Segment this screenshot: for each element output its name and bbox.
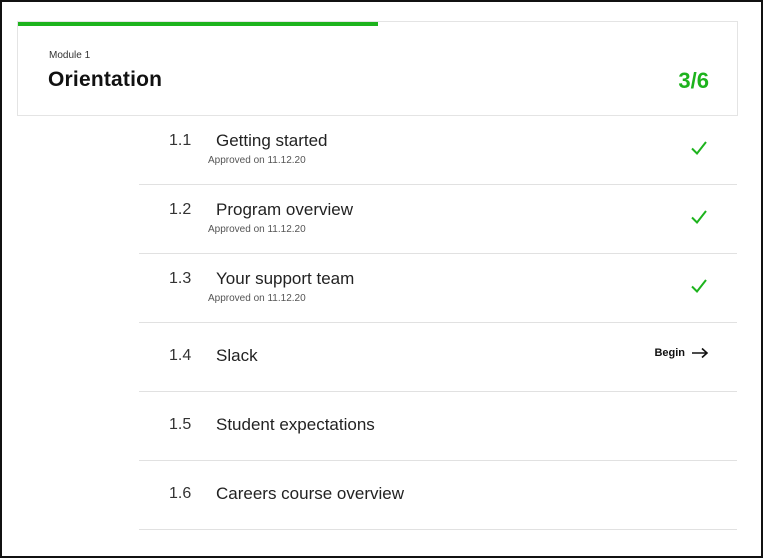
module-progress-fill xyxy=(18,22,378,26)
check-icon xyxy=(691,141,707,156)
module-progress-count: 3/6 xyxy=(678,68,709,93)
check-icon xyxy=(691,210,707,225)
lesson-title[interactable]: Slack xyxy=(216,346,258,366)
module-eyebrow: Module 1 xyxy=(49,50,91,61)
begin-button[interactable]: Begin xyxy=(654,347,709,359)
lesson-number: 1.3 xyxy=(169,270,192,287)
lesson-title[interactable]: Program overview xyxy=(216,200,353,220)
module-header-card: Module 1 Orientation 3/6 xyxy=(17,21,738,116)
lesson-list: 1.1 Getting started Approved on 11.12.20… xyxy=(139,116,737,530)
lesson-row-1-2[interactable]: 1.2 Program overview Approved on 11.12.2… xyxy=(139,185,737,254)
begin-label: Begin xyxy=(654,347,685,359)
lesson-status-text: Approved on 11.12.20 xyxy=(208,293,306,304)
lesson-row-1-5[interactable]: 1.5 Student expectations xyxy=(139,392,737,461)
window-frame: Module 1 Orientation 3/6 1.1 Getting sta… xyxy=(0,0,763,558)
lesson-number: 1.4 xyxy=(169,347,192,364)
lesson-number: 1.6 xyxy=(169,485,192,502)
lesson-title[interactable]: Student expectations xyxy=(216,415,375,435)
lesson-status-text: Approved on 11.12.20 xyxy=(208,155,306,166)
arrow-right-icon xyxy=(692,347,709,359)
lesson-number: 1.5 xyxy=(169,416,192,433)
lesson-status-text: Approved on 11.12.20 xyxy=(208,224,306,235)
lesson-title[interactable]: Careers course overview xyxy=(216,484,404,504)
lesson-number: 1.1 xyxy=(169,132,192,149)
lesson-row-1-3[interactable]: 1.3 Your support team Approved on 11.12.… xyxy=(139,254,737,323)
lesson-title[interactable]: Your support team xyxy=(216,269,354,289)
lesson-row-1-6[interactable]: 1.6 Careers course overview xyxy=(139,461,737,530)
check-icon xyxy=(691,279,707,294)
lesson-number: 1.2 xyxy=(169,201,192,218)
lesson-row-1-4[interactable]: 1.4 Slack Begin xyxy=(139,323,737,392)
module-title: Orientation xyxy=(48,68,163,91)
lesson-title[interactable]: Getting started xyxy=(216,131,328,151)
module-progress-bar xyxy=(18,22,737,26)
lesson-row-1-1[interactable]: 1.1 Getting started Approved on 11.12.20 xyxy=(139,116,737,185)
